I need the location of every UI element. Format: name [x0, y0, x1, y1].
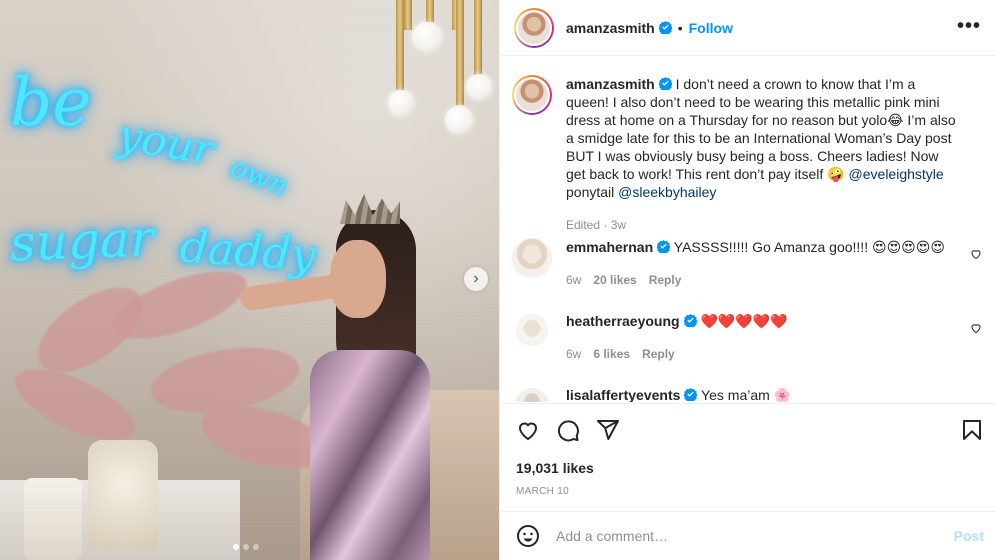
comment-item: heatherraeyoung ❤️❤️❤️❤️❤️ 6w 6 likes Repl…	[512, 312, 982, 363]
caption-block: amanzasmith I don’t need a crown to know…	[512, 75, 982, 234]
likes-count[interactable]: 19,031 likes	[516, 460, 594, 476]
comment-likes[interactable]: 6 likes	[593, 347, 630, 361]
verified-badge-icon	[684, 388, 698, 401]
neon-sign-text: be	[10, 64, 92, 141]
reply-button[interactable]: Reply	[649, 273, 682, 287]
verified-badge-icon	[658, 77, 672, 90]
avatar-image	[516, 314, 548, 346]
mention-link[interactable]: @sleekbyhailey	[618, 184, 716, 200]
comment-meta: 6w 6 likes Reply	[566, 345, 956, 363]
chandelier-rod	[474, 0, 482, 80]
light-bulb	[466, 74, 492, 100]
woman-in-pink-dress	[238, 194, 430, 560]
author-avatar[interactable]	[514, 7, 554, 48]
light-bulb	[412, 22, 442, 52]
author-username[interactable]: amanzasmith	[566, 20, 655, 36]
action-icons	[516, 418, 620, 442]
comment-item: emmahernan YASSSS!!!!! Go Amanza goo!!!!…	[512, 238, 982, 289]
post-date[interactable]: MARCH 10	[516, 486, 569, 497]
comment-time: 6w	[566, 347, 582, 361]
post-comment-button[interactable]: Post	[954, 528, 984, 544]
bookmark-icon[interactable]	[960, 418, 984, 442]
post-photo[interactable]: be your own sugar daddy ›	[0, 0, 499, 560]
comment-time: 6w	[566, 273, 582, 287]
carousel-dot	[233, 544, 239, 550]
pearl-vase	[88, 440, 158, 550]
caption-avatar[interactable]	[512, 75, 552, 115]
caption-username[interactable]: amanzasmith	[566, 76, 655, 92]
emoji-icon[interactable]	[516, 524, 540, 548]
like-comment-heart-icon[interactable]	[970, 322, 982, 334]
comments-list[interactable]: amanzasmith I don’t need a crown to know…	[500, 56, 995, 402]
comment-body: lisalaffertyevents Yes ma’am 🌸	[566, 386, 956, 402]
like-comment-heart-icon[interactable]	[970, 248, 982, 260]
comment-username[interactable]: emmahernan	[566, 239, 653, 255]
carousel-dot	[253, 544, 259, 550]
caption-text-between: ponytail	[566, 184, 619, 200]
comment-body: emmahernan YASSSS!!!!! Go Amanza goo!!!!…	[566, 238, 956, 289]
like-heart-icon[interactable]	[516, 418, 540, 442]
comment-text: YASSSS!!!!! Go Amanza goo!!!! 😍😍😍😍😍	[673, 239, 945, 255]
carousel-dots	[233, 544, 259, 550]
neon-sign-text: sugar	[9, 209, 155, 273]
light-bulb	[388, 90, 414, 116]
verified-badge-icon	[658, 21, 672, 34]
comment-username[interactable]: heatherraeyoung	[566, 313, 680, 329]
more-options-icon[interactable]: •••	[957, 16, 981, 36]
commenter-avatar[interactable]	[516, 314, 548, 346]
add-comment-bar: Post	[500, 511, 995, 560]
post-actions: 19,031 likes MARCH 10	[500, 403, 995, 511]
mention-link[interactable]: @eveleighstyle	[849, 166, 944, 182]
avatar-image	[514, 77, 550, 113]
commenter-avatar[interactable]	[516, 388, 548, 402]
comment-text: Yes ma’am 🌸	[701, 387, 792, 402]
light-bulb	[445, 106, 473, 134]
comment-body: heatherraeyoung ❤️❤️❤️❤️❤️ 6w 6 likes Repl…	[566, 312, 956, 363]
chandelier-rod	[404, 0, 412, 30]
reply-button[interactable]: Reply	[642, 347, 675, 361]
separator-dot: •	[677, 19, 683, 36]
instagram-post-modal: be your own sugar daddy › amanzasmith • …	[0, 0, 995, 560]
avatar-image	[516, 9, 552, 46]
comment-meta: 6w 20 likes Reply	[566, 271, 956, 289]
comment-bubble-icon[interactable]	[556, 418, 580, 442]
verified-badge-icon	[657, 240, 671, 253]
comment-input[interactable]	[556, 528, 926, 544]
caption-body: amanzasmith I don’t need a crown to know…	[566, 75, 956, 234]
avatar-image	[516, 388, 548, 402]
save-button[interactable]	[960, 418, 984, 445]
chandelier-rod	[456, 0, 464, 105]
comment-likes[interactable]: 20 likes	[593, 273, 636, 287]
white-vase	[24, 478, 82, 560]
chandelier-rod	[396, 0, 404, 90]
carousel-dot	[243, 544, 249, 550]
metallic-pink-dress	[310, 350, 430, 560]
caption-meta: Edited · 3w	[566, 218, 627, 232]
verified-badge-icon	[683, 314, 697, 327]
share-paper-plane-icon[interactable]	[596, 418, 620, 442]
post-side-panel: amanzasmith • Follow ••• amanzasmith I d…	[499, 0, 995, 560]
post-header: amanzasmith • Follow •••	[500, 0, 995, 56]
avatar-image	[512, 238, 552, 278]
commenter-avatar[interactable]	[512, 238, 552, 278]
comment-text: ❤️❤️❤️❤️❤️	[700, 313, 788, 329]
comment-username[interactable]: lisalaffertyevents	[566, 387, 680, 402]
comment-item: lisalaffertyevents Yes ma’am 🌸	[512, 386, 982, 402]
next-slide-button[interactable]: ›	[464, 267, 488, 291]
follow-button[interactable]: Follow	[689, 20, 733, 36]
chandelier-rod	[426, 0, 434, 22]
